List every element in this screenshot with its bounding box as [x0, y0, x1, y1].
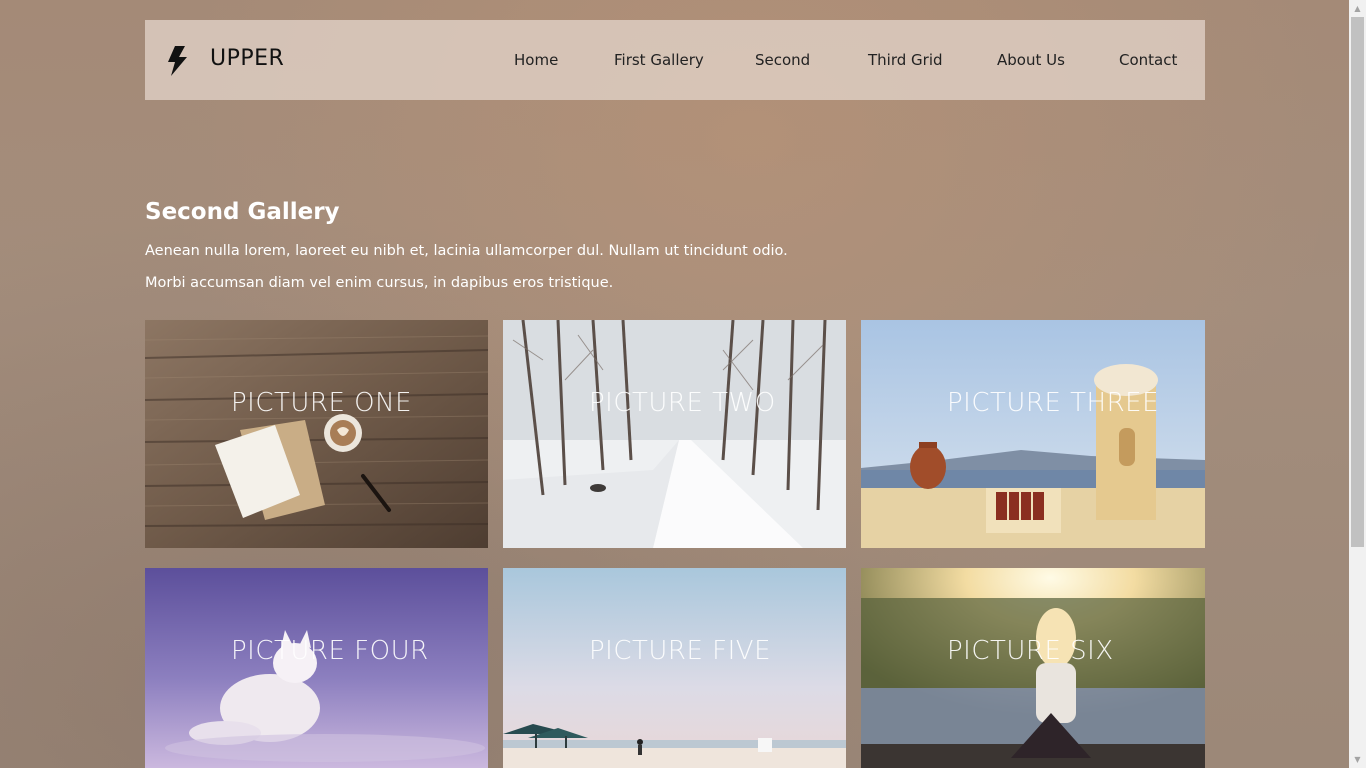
- gallery-tile-5[interactable]: PICTURE FIVE: [503, 568, 846, 768]
- tile-image-arctic-fox: [145, 568, 488, 768]
- gallery-tile-2[interactable]: PICTURE TWO: [503, 320, 846, 548]
- tile-caption: PICTURE THREE: [947, 388, 1160, 418]
- nav-second[interactable]: Second: [755, 51, 810, 69]
- gallery-tile-4[interactable]: PICTURE FOUR: [145, 568, 488, 768]
- intro-text-line-2: Morbi accumsan diam vel enim cursus, in …: [145, 275, 614, 291]
- lightning-bolt-icon[interactable]: [166, 46, 188, 76]
- gallery-tile-6[interactable]: PICTURE SIX: [861, 568, 1205, 768]
- nav-about-us[interactable]: About Us: [997, 51, 1065, 69]
- page-scrollbar[interactable]: ▲ ▼: [1349, 0, 1366, 768]
- scrollbar-thumb[interactable]: [1351, 17, 1364, 547]
- tile-caption: PICTURE SIX: [947, 636, 1114, 666]
- gallery-tile-1[interactable]: PICTURE ONE: [145, 320, 488, 548]
- nav-first-gallery[interactable]: First Gallery: [614, 51, 704, 69]
- scroll-up-arrow-icon[interactable]: ▲: [1349, 0, 1366, 17]
- tile-caption: PICTURE ONE: [231, 388, 413, 418]
- site-brand[interactable]: UPPER: [210, 46, 284, 71]
- section-title: Second Gallery: [145, 199, 340, 225]
- tile-image-beach: [503, 568, 846, 768]
- tile-image-wood-desk: [145, 320, 488, 548]
- intro-text-line-1: Aenean nulla lorem, laoreet eu nibh et, …: [145, 243, 788, 259]
- nav-home[interactable]: Home: [514, 51, 558, 69]
- tile-caption: PICTURE TWO: [589, 388, 776, 418]
- tile-image-santorini: [861, 320, 1205, 548]
- tile-image-snow-forest: [503, 320, 846, 548]
- nav-third-grid[interactable]: Third Grid: [868, 51, 943, 69]
- tile-caption: PICTURE FIVE: [589, 636, 772, 666]
- tile-image-sunset-lake: [861, 568, 1205, 768]
- gallery-tile-3[interactable]: PICTURE THREE: [861, 320, 1205, 548]
- nav-contact[interactable]: Contact: [1119, 51, 1177, 69]
- tile-caption: PICTURE FOUR: [231, 636, 429, 666]
- scroll-down-arrow-icon[interactable]: ▼: [1349, 751, 1366, 768]
